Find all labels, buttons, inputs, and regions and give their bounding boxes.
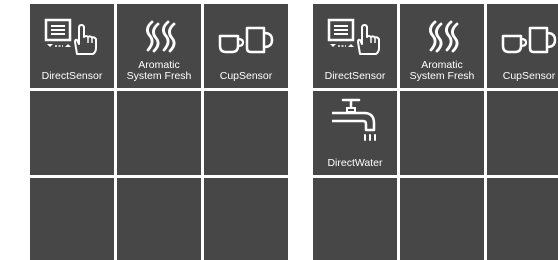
- tile-empty: [30, 178, 114, 260]
- tile-empty: [117, 178, 201, 260]
- tile-label: DirectSensor: [41, 70, 103, 82]
- feature-panel-right: DirectSensor Aromatic System Fresh CupSe…: [313, 4, 558, 260]
- tile-label: CupSensor: [502, 70, 556, 82]
- tile-aromatic-system-fresh[interactable]: Aromatic System Fresh: [400, 4, 484, 88]
- aromatic-system-fresh-icon: [117, 6, 201, 54]
- tile-empty: [487, 91, 558, 175]
- tile-aromatic-system-fresh[interactable]: Aromatic System Fresh: [117, 4, 201, 88]
- tile-empty: [204, 178, 288, 260]
- aromatic-system-fresh-icon: [400, 6, 484, 54]
- tile-empty: [313, 178, 397, 260]
- tile-empty: [400, 178, 484, 260]
- tile-empty: [30, 91, 114, 175]
- tile-label: CupSensor: [219, 70, 273, 82]
- tile-direct-sensor[interactable]: DirectSensor: [313, 4, 397, 88]
- cup-sensor-icon: [487, 10, 558, 58]
- tile-empty: [400, 91, 484, 175]
- tile-empty: [204, 91, 288, 175]
- tile-cup-sensor[interactable]: CupSensor: [487, 4, 558, 88]
- cup-sensor-icon: [204, 10, 288, 58]
- tile-label: Aromatic System Fresh: [126, 59, 192, 82]
- tile-label: DirectWater: [327, 157, 383, 169]
- tile-label: DirectSensor: [324, 70, 386, 82]
- tile-cup-sensor[interactable]: CupSensor: [204, 4, 288, 88]
- direct-water-icon: [313, 95, 397, 141]
- direct-sensor-icon: [30, 10, 114, 58]
- feature-panel-left: DirectSensor Aromatic System Fresh CupSe…: [30, 4, 288, 260]
- tile-empty: [487, 178, 558, 260]
- tile-empty: [117, 91, 201, 175]
- tile-direct-water[interactable]: DirectWater: [313, 91, 397, 175]
- tile-label: Aromatic System Fresh: [409, 59, 475, 82]
- direct-sensor-icon: [313, 10, 397, 58]
- tile-direct-sensor[interactable]: DirectSensor: [30, 4, 114, 88]
